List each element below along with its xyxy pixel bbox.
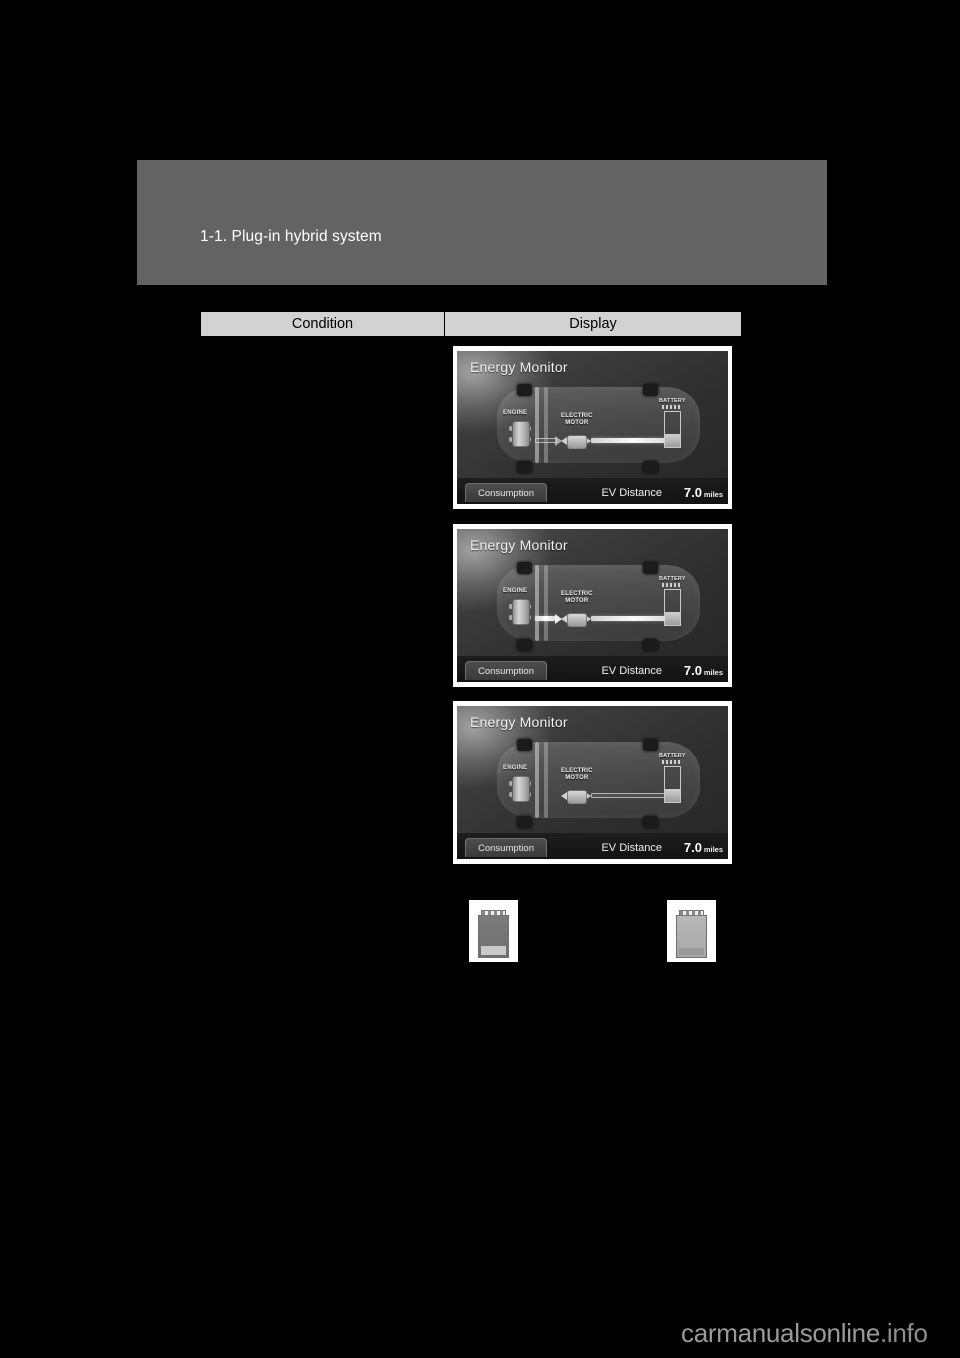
electric-motor-label-line2: MOTOR: [565, 420, 589, 426]
battery-icon-terminals: [679, 910, 704, 916]
battery-gauge-fill: [665, 434, 680, 447]
screen-bottom-bar: Consumption EV Distance 7.0 miles: [457, 478, 728, 504]
battery-label: BATTERY: [659, 398, 686, 404]
flow-engine-to-motor-arrowhead-inactive: [555, 436, 562, 446]
page-title: 1-1. Plug-in hybrid system: [200, 228, 382, 245]
front-axle: [535, 565, 539, 641]
battery-icon-depleted: [469, 900, 518, 962]
front-axle: [535, 387, 539, 463]
wheel-front-left: [517, 739, 532, 751]
wheel-rear-left: [643, 562, 658, 574]
wheel-front-right: [517, 639, 532, 651]
page-header-band: 1-1. Plug-in hybrid system: [137, 160, 827, 285]
electric-motor-icon: [567, 790, 587, 804]
ev-distance-unit: miles: [703, 845, 723, 854]
watermark-suffix: .info: [880, 1318, 928, 1348]
flow-engine-to-motor-arrowhead: [555, 614, 562, 624]
screen-title: Energy Monitor: [470, 537, 568, 553]
wheel-front-left: [517, 562, 532, 574]
engine-icon: [512, 776, 530, 802]
battery-icon-case: [478, 915, 509, 958]
battery-icon-level: [679, 948, 704, 955]
electric-motor-label: ELECTRIC MOTOR: [561, 768, 593, 782]
engine-label: ENGINE: [503, 765, 528, 771]
electric-motor-icon: [567, 613, 587, 627]
wheel-front-right: [517, 461, 532, 473]
electric-motor-label-line1: ELECTRIC: [561, 768, 593, 774]
condition-display-table: Condition Display: [200, 311, 742, 337]
battery-sublabel-bars: [662, 405, 680, 409]
engine-label: ENGINE: [503, 410, 528, 416]
wheel-front-right: [517, 816, 532, 828]
battery-icon-inner: [478, 910, 509, 958]
site-watermark: carmanualsonline.info: [681, 1318, 928, 1349]
ev-distance-label: EV Distance: [601, 487, 662, 499]
screen-bottom-bar: Consumption EV Distance 7.0 miles: [457, 656, 728, 682]
electric-motor-icon: [567, 435, 587, 449]
electric-motor-label-line2: MOTOR: [565, 775, 589, 781]
table-header-display: Display: [569, 316, 617, 332]
electric-motor-label-line2: MOTOR: [565, 598, 589, 604]
front-axle-secondary: [544, 742, 548, 818]
engine-label: ENGINE: [503, 588, 528, 594]
flow-motor-to-battery: [591, 616, 675, 621]
ev-distance-value: 7.0: [683, 840, 702, 855]
front-axle-secondary: [544, 565, 548, 641]
table-header-row: Condition Display: [200, 311, 742, 337]
flow-motor-to-battery-inactive: [591, 793, 675, 798]
engine-icon: [512, 421, 530, 447]
battery-gauge-fill: [665, 789, 680, 802]
ev-distance-value: 7.0: [683, 663, 702, 678]
wheel-rear-left: [643, 739, 658, 751]
battery-sublabel-bars: [662, 583, 680, 587]
flow-engine-to-motor: [535, 616, 557, 621]
consumption-button[interactable]: Consumption: [465, 661, 547, 680]
front-axle-secondary: [544, 387, 548, 463]
energy-monitor-screen: Energy Monitor ENGINE ELECTRIC MOTOR BAT…: [457, 706, 728, 859]
front-axle: [535, 742, 539, 818]
watermark-text: carmanualsonline: [681, 1318, 880, 1348]
wheel-rear-right: [643, 816, 658, 828]
electric-motor-label: ELECTRIC MOTOR: [561, 591, 593, 605]
wheel-rear-right: [643, 461, 658, 473]
electric-motor-label: ELECTRIC MOTOR: [561, 413, 593, 427]
energy-monitor-panel-3: Energy Monitor ENGINE ELECTRIC MOTOR BAT…: [453, 701, 732, 864]
table-header-condition: Condition: [201, 312, 445, 336]
battery-label: BATTERY: [659, 753, 686, 759]
energy-monitor-panel-2: Energy Monitor ENGINE ELECTRIC MOTOR BAT…: [453, 524, 732, 687]
ev-distance-unit: miles: [703, 668, 723, 677]
battery-label: BATTERY: [659, 576, 686, 582]
wheel-rear-right: [643, 639, 658, 651]
battery-icon-inner: [676, 910, 707, 958]
battery-icon-terminals: [481, 910, 506, 916]
ev-distance-value: 7.0: [683, 485, 702, 500]
consumption-button[interactable]: Consumption: [465, 838, 547, 857]
battery-icon-charged: [667, 900, 716, 962]
flow-engine-to-motor-inactive: [535, 438, 557, 443]
battery-gauge-fill: [665, 612, 680, 625]
ev-distance-label: EV Distance: [601, 842, 662, 854]
battery-icon-level: [481, 945, 506, 955]
battery-gauge-icon: [664, 411, 681, 448]
electric-motor-label-line1: ELECTRIC: [561, 591, 593, 597]
battery-gauge-icon: [664, 589, 681, 626]
consumption-button[interactable]: Consumption: [465, 483, 547, 502]
battery-sublabel-bars: [662, 760, 680, 764]
wheel-front-left: [517, 384, 532, 396]
ev-distance-unit: miles: [703, 490, 723, 499]
screen-title: Energy Monitor: [470, 714, 568, 730]
wheel-rear-left: [643, 384, 658, 396]
energy-monitor-screen: Energy Monitor ENGINE ELECTRIC MOTOR BAT…: [457, 529, 728, 682]
engine-icon: [512, 599, 530, 625]
battery-icon-case: [676, 915, 707, 958]
screen-bottom-bar: Consumption EV Distance 7.0 miles: [457, 833, 728, 859]
electric-motor-label-line1: ELECTRIC: [561, 413, 593, 419]
energy-monitor-panel-1: Energy Monitor ENGINE ELECTRIC MOTOR BAT…: [453, 346, 732, 509]
flow-motor-to-battery: [591, 438, 675, 443]
energy-monitor-screen: Energy Monitor ENGINE ELECTRIC MOTOR BAT…: [457, 351, 728, 504]
battery-gauge-icon: [664, 766, 681, 803]
screen-title: Energy Monitor: [470, 359, 568, 375]
ev-distance-label: EV Distance: [601, 665, 662, 677]
